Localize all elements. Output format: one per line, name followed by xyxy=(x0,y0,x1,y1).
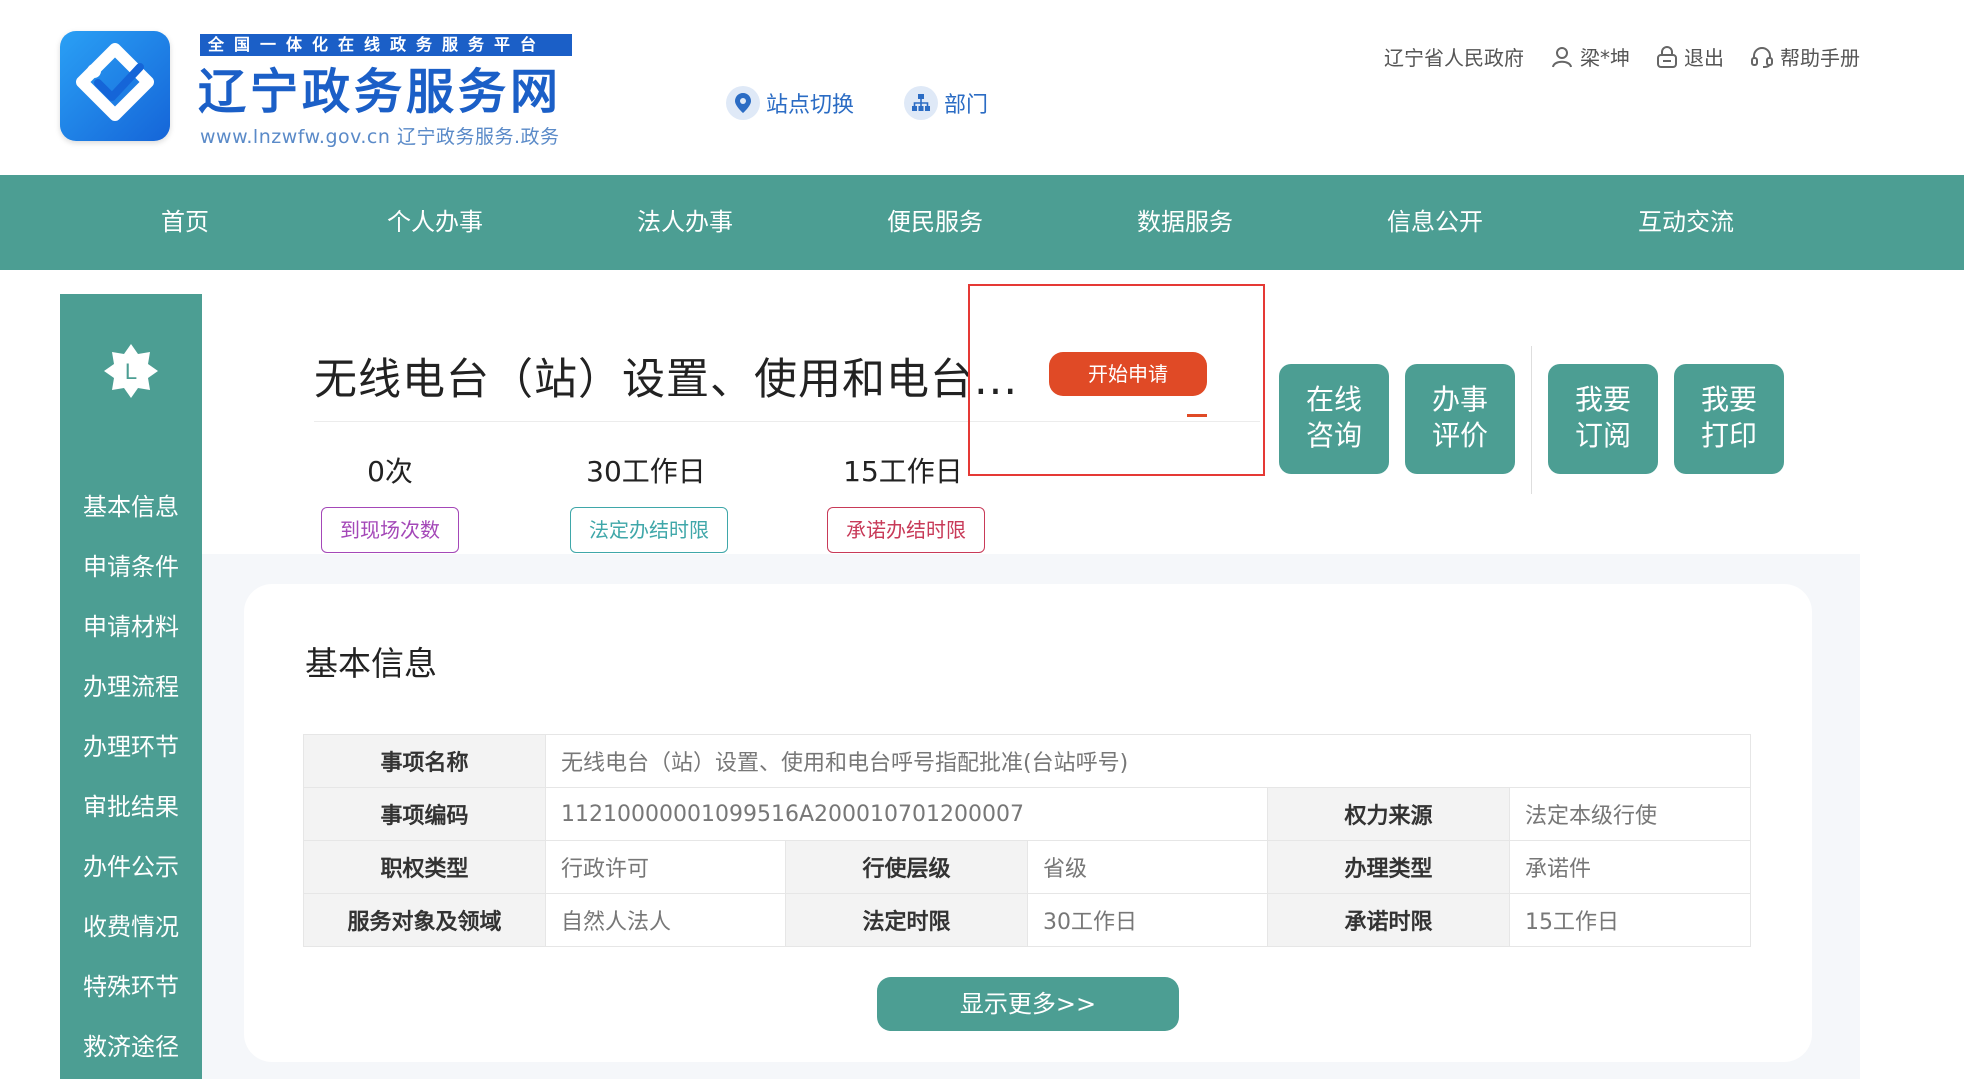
basic-info-table: 事项名称 无线电台（站）设置、使用和电台呼号指配批准(台站呼号) 事项编码 11… xyxy=(303,734,1751,947)
nav-interaction[interactable]: 互动交流 xyxy=(1561,175,1811,270)
lock-icon xyxy=(1657,45,1677,68)
nav-legal-entity[interactable]: 法人办事 xyxy=(560,175,810,270)
table-row: 服务对象及领域 自然人法人 法定时限 30工作日 承诺时限 15工作日 xyxy=(303,893,1751,947)
site-url: www.lnzwfw.gov.cn 辽宁政务服务.政务 xyxy=(200,126,560,148)
page: 全国一体化在线政务服务平台 辽宁政务服务网 www.lnzwfw.gov.cn … xyxy=(0,0,1964,1079)
side-item-results[interactable]: 审批结果 xyxy=(60,787,202,822)
side-item-materials[interactable]: 申请材料 xyxy=(60,607,202,642)
print-button[interactable]: 我要 打印 xyxy=(1674,364,1784,474)
type-label: 职权类型 xyxy=(303,840,546,894)
handle-value: 承诺件 xyxy=(1509,840,1751,894)
stat-legal-limit: 30工作日 法定办结时限 xyxy=(570,450,728,553)
promise-limit-value: 15工作日 xyxy=(1509,893,1751,947)
print-line1: 我要 xyxy=(1700,383,1757,416)
user-name: 梁*坤 xyxy=(1580,46,1630,70)
evaluate-line1: 办事 xyxy=(1431,383,1488,416)
department-link[interactable]: 部门 xyxy=(904,86,988,120)
logout-label: 退出 xyxy=(1684,46,1724,70)
nav-info-disclosure[interactable]: 信息公开 xyxy=(1310,175,1560,270)
legal-limit-label: 法定时限 xyxy=(785,893,1028,947)
legal-limit-value: 30工作日 xyxy=(1027,893,1268,947)
table-row: 事项编码 11210000001099516A200010701200007 权… xyxy=(303,787,1751,841)
source-value: 法定本级行使 xyxy=(1509,787,1751,841)
platform-banner: 全国一体化在线政务服务平台 xyxy=(200,34,572,56)
online-consult-line2: 咨询 xyxy=(1305,419,1362,452)
handle-label: 办理类型 xyxy=(1267,840,1510,894)
badge-letter: L xyxy=(125,359,137,384)
main-nav: 首页 个人办事 法人办事 便民服务 数据服务 信息公开 互动交流 xyxy=(0,175,1964,270)
stat-promise-limit: 15工作日 承诺办结时限 xyxy=(827,450,985,553)
site-switch-label: 站点切换 xyxy=(766,93,855,118)
type-value: 行政许可 xyxy=(545,840,786,894)
stat-promise-limit-value: 15工作日 xyxy=(843,455,963,488)
subscribe-line2: 订阅 xyxy=(1574,419,1631,452)
location-pin-icon xyxy=(726,86,760,120)
user-link[interactable]: 梁*坤 xyxy=(1550,42,1630,71)
headset-icon xyxy=(1751,46,1773,68)
stat-legal-limit-value: 30工作日 xyxy=(586,455,706,488)
matter-title: 无线电台（站）设置、使用和电台... xyxy=(314,355,1019,405)
target-label: 服务对象及领域 xyxy=(303,893,546,947)
level-value: 省级 xyxy=(1027,840,1268,894)
badge-icon: L xyxy=(102,342,160,400)
org-chart-icon xyxy=(904,86,938,120)
nav-personal[interactable]: 个人办事 xyxy=(310,175,560,270)
highlight-box xyxy=(968,284,1265,476)
subscribe-button[interactable]: 我要 订阅 xyxy=(1548,364,1658,474)
online-consult-line1: 在线 xyxy=(1305,383,1362,416)
stat-visits-value: 0次 xyxy=(367,455,413,488)
logo-icon[interactable] xyxy=(60,31,170,141)
logout-link[interactable]: 退出 xyxy=(1656,42,1724,71)
stat-visits: 0次 到现场次数 xyxy=(314,450,466,553)
side-item-remedy[interactable]: 救济途径 xyxy=(60,1027,202,1062)
help-link[interactable]: 帮助手册 xyxy=(1750,42,1860,71)
side-item-conditions[interactable]: 申请条件 xyxy=(60,547,202,582)
stat-promise-limit-tag[interactable]: 承诺办结时限 xyxy=(827,507,985,553)
code-value: 11210000001099516A200010701200007 xyxy=(545,787,1268,841)
nav-data-service[interactable]: 数据服务 xyxy=(1060,175,1310,270)
site-title: 辽宁政务服务网 xyxy=(198,64,563,120)
side-item-basic-info[interactable]: 基本信息 xyxy=(60,487,202,522)
level-label: 行使层级 xyxy=(785,840,1028,894)
name-value: 无线电台（站）设置、使用和电台呼号指配批准(台站呼号) xyxy=(545,734,1751,788)
stat-visits-tag[interactable]: 到现场次数 xyxy=(321,507,459,553)
code-label: 事项编码 xyxy=(303,787,546,841)
source-label: 权力来源 xyxy=(1267,787,1510,841)
table-row: 职权类型 行政许可 行使层级 省级 办理类型 承诺件 xyxy=(303,840,1751,894)
help-label: 帮助手册 xyxy=(1780,46,1860,70)
user-icon xyxy=(1552,46,1572,67)
action-divider xyxy=(1531,346,1532,494)
stat-legal-limit-tag[interactable]: 法定办结时限 xyxy=(570,507,728,553)
name-label: 事项名称 xyxy=(303,734,546,788)
nav-public-service[interactable]: 便民服务 xyxy=(810,175,1060,270)
side-item-steps[interactable]: 办理环节 xyxy=(60,727,202,762)
side-item-special[interactable]: 特殊环节 xyxy=(60,967,202,1002)
evaluate-button[interactable]: 办事 评价 xyxy=(1405,364,1515,474)
nav-home[interactable]: 首页 xyxy=(60,175,310,270)
online-consult-button[interactable]: 在线 咨询 xyxy=(1279,364,1389,474)
top-links: 辽宁省人民政府 梁*坤 退出 帮助手册 xyxy=(1384,42,1860,71)
side-item-process[interactable]: 办理流程 xyxy=(60,667,202,702)
department-label: 部门 xyxy=(944,93,989,118)
gov-link[interactable]: 辽宁省人民政府 xyxy=(1384,42,1524,71)
section-title: 基本信息 xyxy=(305,644,437,683)
subscribe-line1: 我要 xyxy=(1574,383,1631,416)
side-item-publicity[interactable]: 办件公示 xyxy=(60,847,202,882)
side-menu: L 基本信息 申请条件 申请材料 办理流程 办理环节 审批结果 办件公示 收费情… xyxy=(60,294,202,1079)
show-more-button[interactable]: 显示更多>> xyxy=(877,977,1179,1031)
side-item-fees[interactable]: 收费情况 xyxy=(60,907,202,942)
print-line2: 打印 xyxy=(1700,419,1757,452)
table-row: 事项名称 无线电台（站）设置、使用和电台呼号指配批准(台站呼号) xyxy=(303,734,1751,788)
promise-limit-label: 承诺时限 xyxy=(1267,893,1510,947)
evaluate-line2: 评价 xyxy=(1431,419,1488,452)
site-switch-link[interactable]: 站点切换 xyxy=(726,86,854,120)
target-value: 自然人法人 xyxy=(545,893,786,947)
